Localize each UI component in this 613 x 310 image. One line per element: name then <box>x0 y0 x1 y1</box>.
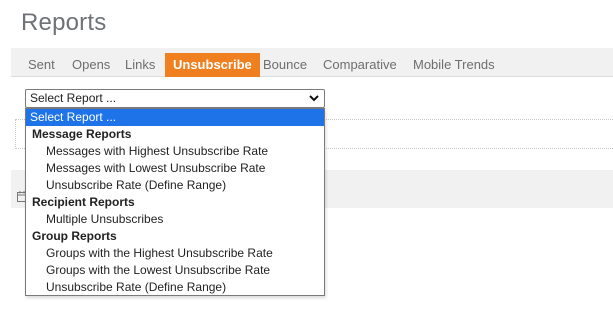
option-select-report[interactable]: Select Report ... <box>26 109 324 126</box>
tab-sent[interactable]: Sent <box>28 53 55 77</box>
report-select-value: Select Report ... <box>30 91 117 105</box>
report-tabs: Sent Opens Links Unsubscribe Bounce Comp… <box>11 48 613 77</box>
optgroup-message-reports: Message Reports <box>32 127 132 141</box>
option-messages-lowest-unsubscribe[interactable]: Messages with Lowest Unsubscribe Rate <box>26 160 324 177</box>
tab-mobile-trends[interactable]: Mobile Trends <box>413 53 495 77</box>
page-title: Reports <box>21 9 107 36</box>
tab-links[interactable]: Links <box>125 53 155 77</box>
option-messages-highest-unsubscribe[interactable]: Messages with Highest Unsubscribe Rate <box>26 143 324 160</box>
option-groups-lowest-unsubscribe[interactable]: Groups with the Lowest Unsubscribe Rate <box>26 262 324 279</box>
tab-comparative[interactable]: Comparative <box>323 53 397 77</box>
option-group-unsubscribe-range[interactable]: Unsubscribe Rate (Define Range) <box>26 279 324 296</box>
option-groups-highest-unsubscribe[interactable]: Groups with the Highest Unsubscribe Rate <box>26 245 324 262</box>
tab-opens[interactable]: Opens <box>72 53 110 77</box>
tab-unsubscribe[interactable]: Unsubscribe <box>165 53 260 77</box>
tab-bounce[interactable]: Bounce <box>263 53 307 77</box>
optgroup-recipient-reports: Recipient Reports <box>32 195 135 209</box>
option-message-unsubscribe-range[interactable]: Unsubscribe Rate (Define Range) <box>26 177 324 194</box>
chevron-down-icon <box>309 95 319 102</box>
report-select-dropdown: Select Report ... Message Reports Messag… <box>25 108 325 296</box>
report-select[interactable]: Select Report ... <box>25 89 325 108</box>
option-multiple-unsubscribes[interactable]: Multiple Unsubscribes <box>26 211 324 228</box>
optgroup-group-reports: Group Reports <box>32 229 117 243</box>
